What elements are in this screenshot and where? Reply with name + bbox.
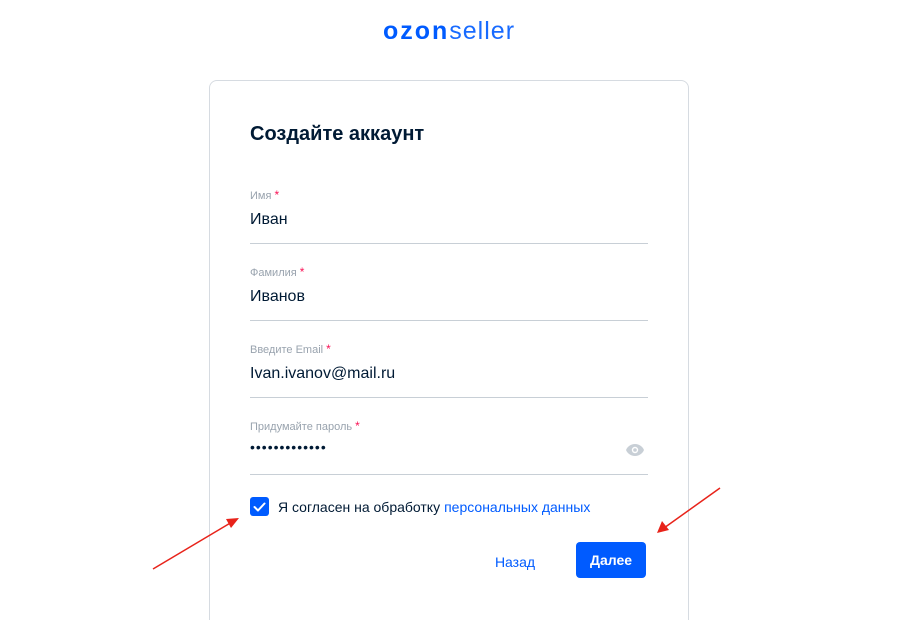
required-mark: *: [326, 342, 331, 356]
password-value: •••••••••••••: [250, 439, 327, 455]
checkmark-icon: [253, 502, 266, 511]
required-mark: *: [355, 419, 360, 433]
first-name-label: Имя *: [250, 188, 280, 202]
page-title: Создайте аккаунт: [250, 123, 425, 145]
last-name-value: Иванов: [250, 288, 305, 305]
required-mark: *: [274, 188, 280, 202]
ozon-seller-logo: ozonseller: [0, 17, 898, 46]
consent-checkbox[interactable]: [250, 497, 269, 516]
email-label: Введите Email *: [250, 342, 331, 356]
last-name-label: Фамилия *: [250, 265, 305, 279]
consent-row: Я согласен на обработку персональных дан…: [250, 497, 590, 516]
back-button[interactable]: Назад: [484, 547, 546, 577]
next-button[interactable]: Далее: [576, 542, 646, 578]
first-name-value: Иван: [250, 211, 288, 228]
email-field[interactable]: Введите Email * Ivan.ivanov@mail.ru: [250, 342, 648, 398]
first-name-field[interactable]: Имя * Иван: [250, 188, 648, 244]
logo-suffix: seller: [449, 17, 516, 45]
registration-card: Создайте аккаунт Имя * Иван Фамилия * Иван…: [209, 80, 689, 620]
personal-data-link[interactable]: персональных данных: [444, 499, 590, 515]
password-label: Придумайте пароль *: [250, 419, 360, 433]
password-field[interactable]: Придумайте пароль * •••••••••••••: [250, 419, 648, 475]
email-value: Ivan.ivanov@mail.ru: [250, 365, 396, 382]
last-name-field[interactable]: Фамилия * Иванов: [250, 265, 648, 321]
logo-brand: ozon: [382, 17, 450, 45]
consent-text: Я согласен на обработку: [278, 498, 441, 515]
required-mark: *: [299, 265, 305, 279]
eye-icon[interactable]: [625, 443, 645, 457]
